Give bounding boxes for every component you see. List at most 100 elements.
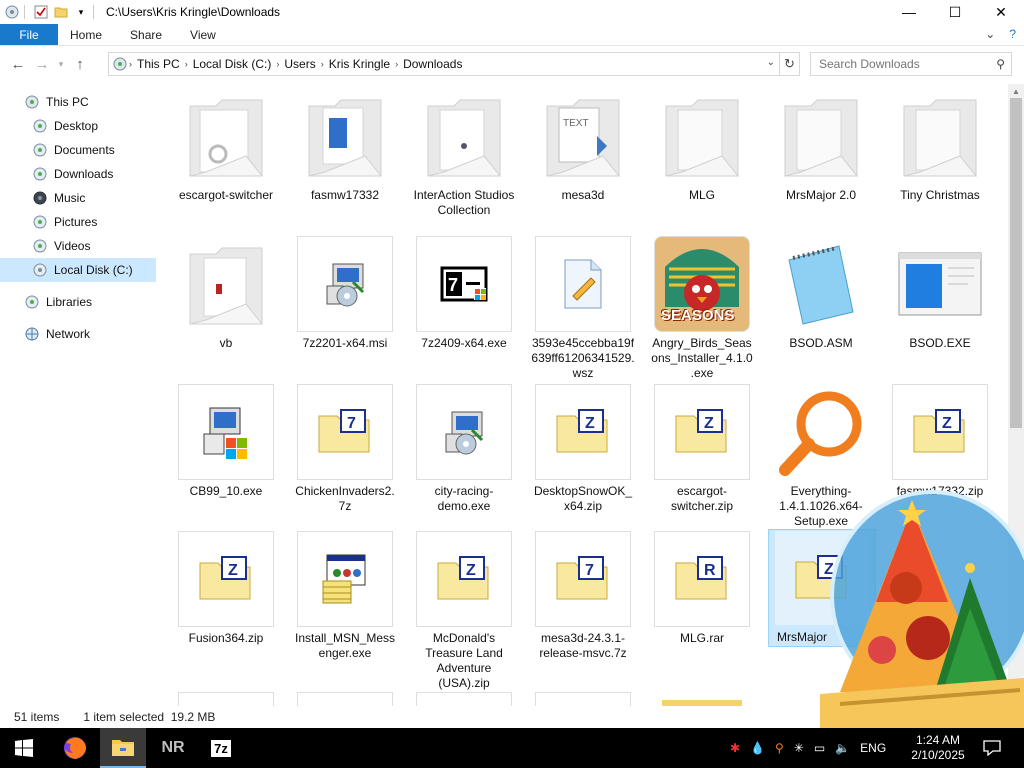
folder-vb[interactable]: vb	[172, 236, 280, 351]
notifications-button[interactable]	[980, 728, 1004, 768]
scroll-up-icon[interactable]: ▲	[1008, 84, 1024, 98]
folder-escargot-switcher[interactable]: escargot-switcher	[172, 88, 280, 203]
sidebar-item-label: Desktop	[54, 119, 99, 133]
file-7z2409-exe[interactable]: 7 7z2409-x64.exe	[410, 236, 518, 351]
maximize-icon: ☐	[948, 3, 962, 20]
archive-letter: Z	[704, 415, 714, 432]
start-button[interactable]	[0, 728, 48, 768]
tab-share[interactable]: Share	[116, 24, 176, 45]
file-fusion364-zip[interactable]: Z Fusion364.zip	[172, 531, 280, 646]
file-name: CB99_10.exe	[189, 484, 263, 498]
archive-letter: Z	[585, 415, 595, 432]
breadcrumb-downloads[interactable]: Downloads	[398, 57, 467, 71]
windows-logo-icon	[15, 739, 33, 757]
sidebar-item-network[interactable]: Network	[0, 322, 160, 346]
taskbar-7zip[interactable]: 7z	[200, 728, 242, 768]
tray-drop-icon[interactable]: 💧	[750, 741, 765, 755]
scrollbar-thumb[interactable]	[1010, 98, 1022, 428]
breadcrumb-local-disk[interactable]: Local Disk (C:)	[188, 57, 277, 71]
sidebar-item-downloads[interactable]: Downloads	[0, 162, 160, 186]
file-cb99-exe[interactable]: CB99_10.exe	[172, 384, 280, 499]
location-icon	[113, 57, 127, 71]
clock[interactable]: 1:24 AM 2/10/2025	[908, 728, 968, 768]
folder-mrsmajor-2[interactable]: MrsMajor 2.0	[767, 88, 875, 203]
expand-ribbon-icon[interactable]: ⌄	[985, 27, 995, 41]
up-arrow-icon[interactable]: ↑	[68, 52, 92, 76]
sidebar-item-libraries[interactable]: Libraries	[0, 290, 160, 314]
folder-icon	[189, 247, 264, 325]
file-chickeninvaders-7z[interactable]: 7 ChickenInvaders2.7z	[291, 384, 399, 514]
search-input[interactable]	[819, 57, 989, 71]
file-city-racing-demo[interactable]: city-racing-demo.exe	[410, 384, 518, 514]
folder-mlg[interactable]: MLG	[648, 88, 756, 203]
breadcrumb-this-pc[interactable]: This PC	[132, 57, 185, 71]
sidebar-item-desktop[interactable]: Desktop	[0, 114, 160, 138]
sidebar-item-label: Music	[54, 191, 86, 205]
sidebar-item-music[interactable]: Music	[0, 186, 160, 210]
refresh-icon[interactable]: ↻	[780, 52, 800, 76]
folder-icon	[189, 99, 264, 177]
sidebar-item-pictures[interactable]: Pictures	[0, 210, 160, 234]
address-bar[interactable]: › This PC › Local Disk (C:) › Users › Kr…	[108, 52, 780, 76]
file-mlg-rar[interactable]: R MLG.rar	[648, 531, 756, 646]
tray-snowflake-icon[interactable]: ✳	[794, 741, 804, 755]
sidebar-item-label: Downloads	[54, 167, 114, 181]
file-mcdonalds-treasure-land-zip[interactable]: Z McDonald's Treasure Land Adventure (US…	[410, 531, 518, 691]
file-install-msn-messenger[interactable]: Install_MSN_Messenger.exe	[291, 531, 399, 661]
file-name: McDonald's Treasure Land Adventure (USA)…	[425, 631, 503, 690]
sidebar-item-this-pc[interactable]: This PC	[0, 90, 160, 114]
file-mesa3d-7z[interactable]: 7 mesa3d-24.3.1-release-msvc.7z	[529, 531, 637, 661]
tab-view[interactable]: View	[176, 24, 230, 45]
file-desktopsnowok-zip[interactable]: Z DesktopSnowOK_x64.zip	[529, 384, 637, 514]
language-indicator[interactable]: ENG	[860, 741, 886, 755]
address-dropdown-icon[interactable]: ⌄	[767, 57, 775, 68]
sidebar-item-videos[interactable]: Videos	[0, 234, 160, 258]
taskbar-file-explorer[interactable]	[100, 728, 146, 768]
breadcrumb-kris-kringle[interactable]: Kris Kringle	[324, 57, 395, 71]
sidebar-item-label: Libraries	[46, 295, 93, 309]
skin-file-icon	[564, 259, 602, 309]
file-escargot-switcher-zip[interactable]: Z escargot-switcher.zip	[648, 384, 756, 514]
breadcrumb-users[interactable]: Users	[279, 57, 320, 71]
tab-file[interactable]: File	[0, 24, 58, 45]
file-bsod-asm[interactable]: BSOD.ASM	[767, 236, 875, 351]
file-name: 7z2409-x64.exe	[421, 336, 507, 350]
seasons-badge: SEASONS	[661, 307, 735, 324]
taskbar-nr-app[interactable]: NR	[152, 728, 194, 768]
maximize-button[interactable]: ☐	[932, 0, 978, 24]
new-folder-icon[interactable]	[53, 4, 69, 20]
tray-search-icon[interactable]: ⚲	[775, 741, 784, 755]
folder-fasmw17332[interactable]: fasmw17332	[291, 88, 399, 203]
folder-icon	[784, 99, 859, 177]
tray-app-icon[interactable]: ✱	[730, 741, 740, 755]
close-icon: ✕	[995, 3, 1007, 20]
explorer-app-icon[interactable]	[4, 4, 20, 20]
folder-mesa3d[interactable]: TEXT mesa3d	[529, 88, 637, 203]
taskbar: NR 7z ✱ 💧 ⚲ ✳ ▭ 🔈 ENG 1:24 AM 2/10/2025	[0, 728, 1024, 768]
search-box[interactable]: ⚲	[810, 52, 1012, 76]
customize-toolbar-icon[interactable]: ▾	[73, 4, 89, 20]
archive-icon: Z	[437, 556, 489, 600]
file-7z2201-msi[interactable]: 7z2201-x64.msi	[291, 236, 399, 351]
sidebar-item-local-disk[interactable]: Local Disk (C:)	[0, 258, 156, 282]
tray-network-icon[interactable]: ▭	[814, 741, 825, 755]
tray-volume-icon[interactable]: 🔈	[835, 741, 850, 755]
search-icon[interactable]: ⚲	[996, 57, 1005, 71]
forward-arrow-icon[interactable]: →	[30, 52, 54, 76]
recent-locations-icon[interactable]: ▾	[54, 52, 68, 76]
folder-icon	[903, 99, 978, 177]
file-wsz-skin[interactable]: 3593e45ccebba19f639ff61206341529.wsz	[529, 236, 637, 381]
file-bsod-exe[interactable]: BSOD.EXE	[886, 236, 994, 351]
close-button[interactable]: ✕	[978, 0, 1024, 24]
properties-icon[interactable]	[33, 4, 49, 20]
file-angry-birds-installer[interactable]: SEASONS Angry_Birds_Seasons_Installer_4.…	[648, 236, 756, 381]
sidebar-item-documents[interactable]: Documents	[0, 138, 160, 162]
minimize-button[interactable]: —	[886, 0, 932, 24]
taskbar-firefox[interactable]	[54, 728, 96, 768]
folder-tiny-christmas[interactable]: Tiny Christmas	[886, 88, 994, 203]
folder-interaction-studios[interactable]: InterAction Studios Collection	[410, 88, 518, 218]
back-arrow-icon[interactable]: ←	[6, 52, 30, 76]
tab-home[interactable]: Home	[58, 24, 116, 45]
everything-search-icon	[779, 391, 862, 476]
help-icon[interactable]: ?	[1009, 27, 1016, 41]
